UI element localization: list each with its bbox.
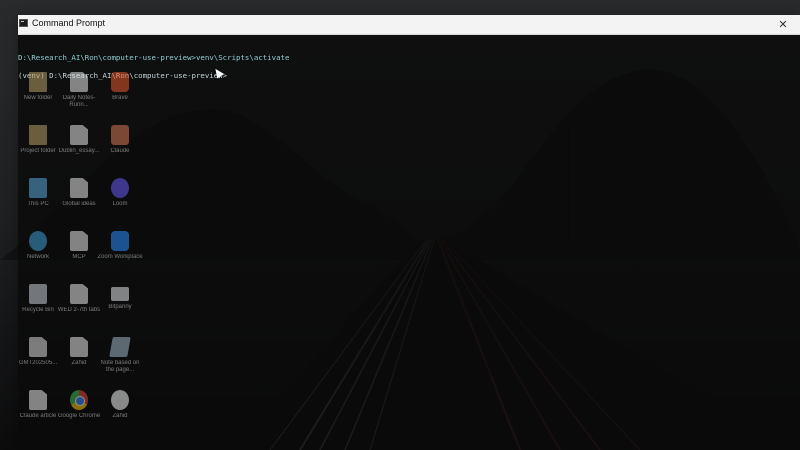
document-icon xyxy=(70,72,88,92)
computer-icon xyxy=(29,178,47,198)
recycle-bin-icon xyxy=(29,284,47,304)
chrome-icon xyxy=(70,390,88,410)
desktop-icon-brave[interactable]: Brave xyxy=(97,72,143,124)
icon-label: New folder xyxy=(23,95,53,101)
icon-label: Recycle Bin xyxy=(22,307,54,313)
app-icon xyxy=(111,287,129,301)
console-line: D:\Research_AI\Ron\computer-use-preview>… xyxy=(18,53,290,62)
note-icon xyxy=(109,337,131,357)
folder-icon xyxy=(29,125,47,145)
desktop-icon-new-folder[interactable]: New folder xyxy=(15,72,61,124)
desktop-icon-recycle-bin[interactable]: Recycle Bin xyxy=(15,284,61,336)
icon-label: WED 2-7th tabs xyxy=(57,307,101,313)
document-icon xyxy=(70,231,88,251)
desktop-icon-global-ideas[interactable]: Global ideas xyxy=(56,178,102,230)
document-icon xyxy=(70,125,88,145)
desktop-icon-google-chrome[interactable]: Google Chrome xyxy=(56,390,102,442)
icon-label: Brave xyxy=(112,95,128,101)
icon-label: MCP xyxy=(72,254,86,260)
icon-label: Zahid xyxy=(71,360,87,366)
icon-label: Loom xyxy=(112,201,128,207)
desktop-icon-mcp[interactable]: MCP xyxy=(56,231,102,283)
image-icon xyxy=(29,337,47,357)
desktop-icon-claude[interactable]: Claude xyxy=(97,125,143,177)
icon-label: Project folder xyxy=(20,148,56,154)
document-icon xyxy=(70,178,88,198)
chrome-profile-icon xyxy=(111,390,129,410)
icon-label: Zahid xyxy=(112,413,128,419)
command-prompt-icon xyxy=(19,19,28,27)
desktop-icon-loom[interactable]: Loom xyxy=(97,178,143,230)
icon-label: Daily Notes-Runn... xyxy=(62,95,96,108)
icon-label: Dublin_essay... xyxy=(58,148,100,154)
icon-label: Bitpanny xyxy=(108,304,132,310)
icon-label: This PC xyxy=(27,201,49,207)
document-icon xyxy=(29,390,47,410)
desktop-icon-zoom[interactable]: Zoom Workplace xyxy=(97,231,143,283)
icon-label: Zoom Workplace xyxy=(97,254,143,260)
claude-icon xyxy=(111,125,129,145)
document-icon xyxy=(70,284,88,304)
desktop-icon-this-pc[interactable]: This PC xyxy=(15,178,61,230)
loom-icon xyxy=(111,178,129,198)
window-title: Command Prompt xyxy=(32,18,106,28)
document-icon xyxy=(70,337,88,357)
brave-icon xyxy=(111,72,129,92)
desktop-icon-bitpanny[interactable]: Bitpanny xyxy=(97,284,143,336)
icon-label: Global ideas xyxy=(62,201,96,207)
desktop-icon-claude-article[interactable]: Claude article xyxy=(15,390,61,442)
icon-label: Network xyxy=(26,254,49,260)
close-button[interactable]: ✕ xyxy=(766,15,800,34)
desktop-icon-wed-tabs[interactable]: WED 2-7th tabs xyxy=(56,284,102,336)
zoom-icon xyxy=(111,231,129,251)
desktop-icon-network[interactable]: Network xyxy=(15,231,61,283)
desktop-icon-zahid-chrome[interactable]: Zahid xyxy=(97,390,143,442)
icon-label: Note based on the page... xyxy=(100,360,140,373)
desktop-icon-daily-notes[interactable]: Daily Notes-Runn... xyxy=(56,72,102,124)
icon-label: Claude article xyxy=(19,413,57,419)
desktop-icon-gmt-image[interactable]: GMT202505... xyxy=(15,337,61,389)
desktop-icon-zahid-doc[interactable]: Zahid xyxy=(56,337,102,389)
icon-label: GMT202505... xyxy=(18,360,58,366)
desktop-icon-project-folder[interactable]: Project folder xyxy=(15,125,61,177)
network-icon xyxy=(29,231,47,251)
icon-label: Claude xyxy=(110,148,130,154)
title-bar[interactable]: Command Prompt ✕ xyxy=(18,15,800,35)
folder-icon xyxy=(29,72,47,92)
icon-label: Google Chrome xyxy=(57,413,101,419)
desktop-icon-dublin-essay[interactable]: Dublin_essay... xyxy=(56,125,102,177)
desktop-icon-note[interactable]: Note based on the page... xyxy=(97,337,143,389)
